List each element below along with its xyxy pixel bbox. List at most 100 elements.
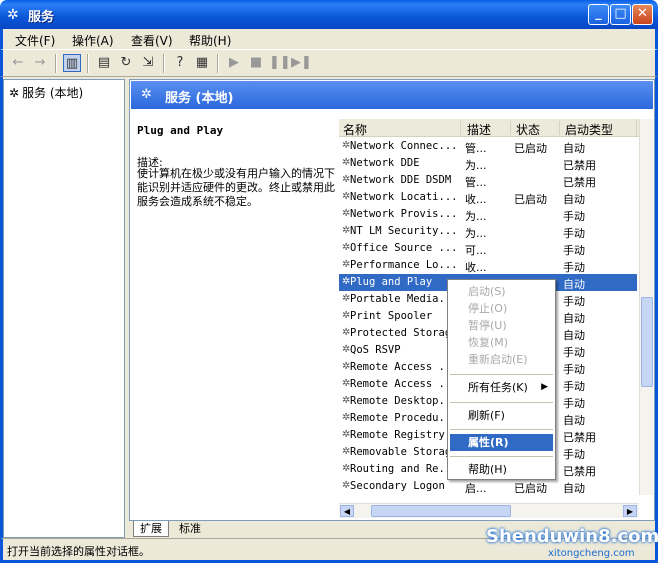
service-startup-type: 手动	[563, 380, 585, 393]
context-menu-item[interactable]: 重新启动(E)	[450, 351, 553, 368]
properties-icon[interactable]: ▤	[95, 54, 113, 72]
tab-extended[interactable]: 扩展	[133, 521, 169, 537]
pause-service-icon[interactable]: ❚❚	[269, 54, 291, 72]
service-name: Performance Lo...	[350, 259, 458, 271]
column-header-description[interactable]: 描述	[467, 121, 511, 137]
submenu-arrow-icon: ▶	[541, 382, 548, 392]
vertical-scroll-thumb[interactable]	[641, 297, 653, 387]
context-menu-item[interactable]: 属性(R)	[450, 434, 553, 451]
service-name: Remote Access ...	[350, 361, 458, 373]
service-description: 管...	[465, 176, 487, 189]
service-row[interactable]: ✲ Network Connec... 管... 已启动 自动	[339, 138, 637, 155]
title-bar: ✲ 服务 _ □ ✕	[0, 0, 658, 29]
tree-node-label: 服务 (本地)	[22, 86, 84, 100]
service-startup-type: 自动	[563, 414, 585, 427]
maximize-button[interactable]: □	[610, 4, 631, 25]
back-arrow-icon[interactable]: ←	[9, 54, 27, 72]
toolbar-separator	[217, 54, 219, 73]
services-gear-icon: ✲	[141, 87, 152, 102]
service-name: Remote Desktop...	[350, 395, 458, 407]
menu-help[interactable]: 帮助(H)	[189, 32, 231, 49]
service-row[interactable]: ✲ NT LM Security... 为... 手动	[339, 223, 637, 240]
toolbar-separator	[87, 54, 89, 73]
service-description: 收...	[465, 261, 487, 274]
service-startup-type: 手动	[563, 448, 585, 461]
close-button[interactable]: ✕	[632, 4, 653, 25]
context-menu-item-label: 重新启动(E)	[468, 353, 528, 366]
service-row[interactable]: ✲ Network Provis... 为... 手动	[339, 206, 637, 223]
scroll-left-icon[interactable]: ◀	[340, 505, 354, 517]
toolbar-separator	[163, 54, 165, 73]
context-menu-item[interactable]: 停止(O)	[450, 300, 553, 317]
description-text: 使计算机在极少或没有用户输入的情况下能识别并适应硬件的更改。终止或禁用此服务会造…	[137, 167, 335, 208]
column-header-name[interactable]: 名称	[343, 121, 461, 137]
tree-node-services-local[interactable]: ✲ 服务 (本地)	[9, 84, 83, 101]
forward-arrow-icon[interactable]: →	[31, 54, 49, 72]
vertical-scrollbar[interactable]	[639, 119, 653, 495]
context-menu-item[interactable]: 所有任务(K) ▶	[450, 379, 553, 396]
context-menu-separator	[450, 402, 553, 403]
service-startup-type: 已禁用	[563, 159, 596, 172]
service-startup-type: 已禁用	[563, 431, 596, 444]
refresh-icon[interactable]: ↻	[117, 54, 135, 72]
context-menu-item-label: 刷新(F)	[468, 409, 505, 422]
service-startup-type: 已禁用	[563, 176, 596, 189]
menu-action[interactable]: 操作(A)	[72, 32, 114, 49]
service-name: Network Locati...	[350, 191, 458, 203]
service-row[interactable]: ✲ Performance Lo... 收... 手动	[339, 257, 637, 274]
service-name: Network DDE	[350, 157, 420, 169]
context-menu-item[interactable]: 刷新(F)	[450, 407, 553, 424]
console-tree: ✲ 服务 (本地)	[3, 79, 125, 538]
service-name: QoS RSVP	[350, 344, 401, 356]
service-status: 已启动	[514, 142, 547, 155]
service-description: 可...	[465, 244, 487, 257]
menu-view[interactable]: 查看(V)	[131, 32, 173, 49]
context-menu-item[interactable]: 恢复(M)	[450, 334, 553, 351]
column-header-status[interactable]: 状态	[516, 121, 560, 137]
service-name: NT LM Security...	[350, 225, 458, 237]
service-name: Network Connec...	[350, 140, 458, 152]
start-service-icon[interactable]: ▶	[225, 54, 243, 72]
service-startup-type: 手动	[563, 227, 585, 240]
service-startup-type: 自动	[563, 329, 585, 342]
service-startup-type: 手动	[563, 295, 585, 308]
context-menu-item[interactable]: 启动(S)	[450, 283, 553, 300]
service-description: 为...	[465, 210, 487, 223]
service-name: Plug and Play	[350, 276, 433, 288]
window-title: 服务	[28, 10, 55, 25]
service-startup-type: 手动	[563, 261, 585, 274]
service-startup-type: 手动	[563, 397, 585, 410]
service-row[interactable]: ✲ Network Locati... 收... 已启动 自动	[339, 189, 637, 206]
service-name: Remote Registry	[350, 429, 445, 441]
context-menu-separator	[450, 429, 553, 430]
service-row[interactable]: ✲ Secondary Logon 启... 已启动 自动	[339, 478, 637, 495]
show-tree-icon[interactable]: ▥	[63, 54, 81, 72]
pane-header-title: 服务 (本地)	[165, 91, 234, 106]
console-icon[interactable]: ▦	[193, 54, 211, 72]
service-row[interactable]: ✲ Network DDE DSDM 管... 已禁用	[339, 172, 637, 189]
services-gear-icon: ✲	[9, 86, 20, 100]
service-startup-type: 手动	[563, 363, 585, 376]
context-menu-item[interactable]: 帮助(H)	[450, 461, 553, 478]
service-startup-type: 已禁用	[563, 465, 596, 478]
context-menu-item[interactable]: 暂停(U)	[450, 317, 553, 334]
menu-file[interactable]: 文件(F)	[15, 32, 55, 49]
service-name: Remote Procedu...	[350, 412, 458, 424]
help-icon[interactable]: ?	[171, 54, 189, 72]
export-list-icon[interactable]: ⇲	[139, 54, 157, 72]
minimize-button[interactable]: _	[588, 4, 609, 25]
service-name: Removable Storage	[350, 446, 458, 458]
context-menu-separator	[450, 374, 553, 375]
restart-service-icon[interactable]: ▶❚	[291, 54, 312, 72]
service-description: 收...	[465, 193, 487, 206]
service-row[interactable]: ✲ Office Source ... 可... 手动	[339, 240, 637, 257]
service-startup-type: 手动	[563, 346, 585, 359]
stop-service-icon[interactable]: ■	[247, 54, 265, 72]
service-name: Network DDE DSDM	[350, 174, 452, 186]
tab-standard[interactable]: 标准	[173, 521, 207, 537]
service-startup-type: 自动	[563, 312, 585, 325]
context-menu-item-label: 帮助(H)	[468, 463, 507, 476]
column-header-startup-type[interactable]: 启动类型	[565, 121, 637, 137]
service-name: Routing and Re...	[350, 463, 458, 475]
service-row[interactable]: ✲ Network DDE 为... 已禁用	[339, 155, 637, 172]
